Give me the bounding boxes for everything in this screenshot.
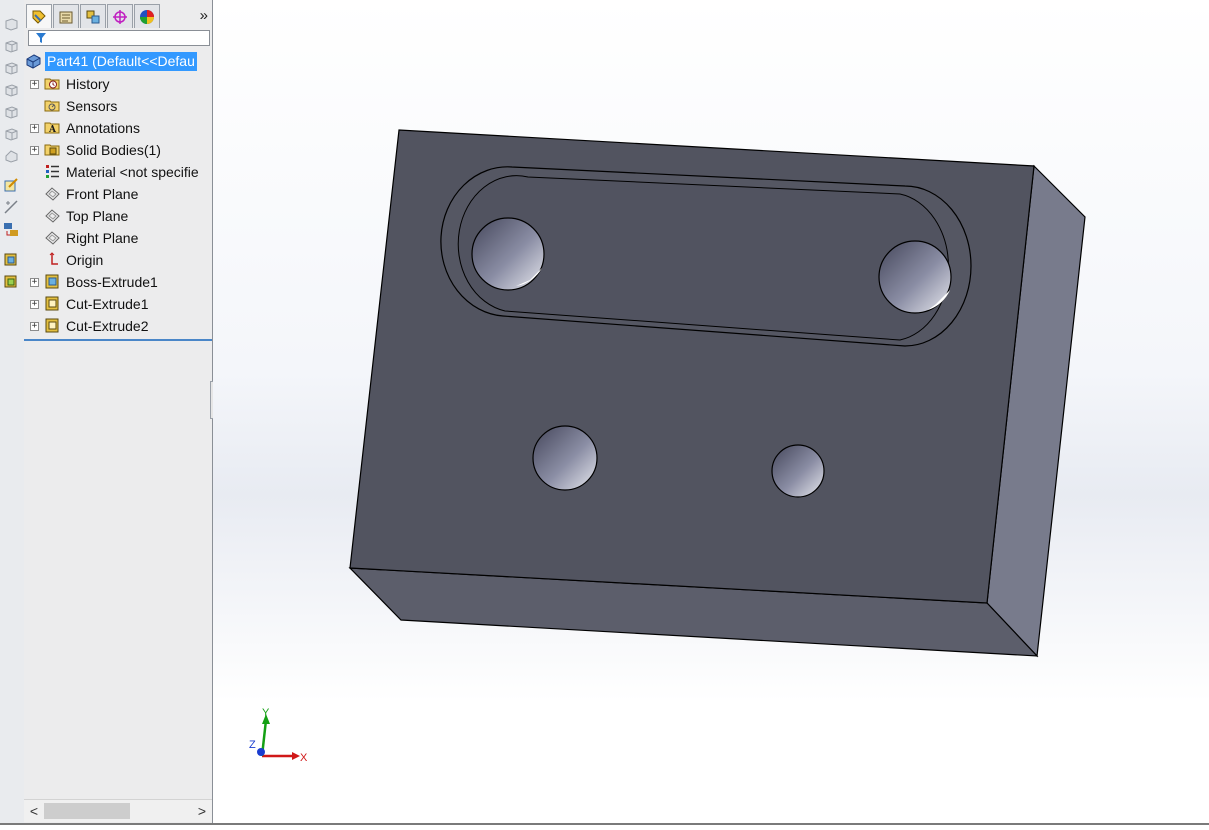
cut-icon[interactable]: [3, 273, 19, 289]
tree-item-label: Cut-Extrude2: [66, 318, 149, 334]
triad-x-label: X: [300, 752, 308, 764]
tree-item-label: Solid Bodies(1): [66, 142, 161, 158]
plane-icon: [45, 187, 60, 201]
view-cube-icon[interactable]: [3, 60, 19, 76]
tree-root-label: Part41 (Default<<Defau: [45, 52, 197, 71]
tree-item-solid-bodies[interactable]: + Solid Bodies(1): [24, 139, 212, 161]
boss-extrude-icon: [45, 274, 59, 289]
tree-item-origin[interactable]: Origin: [24, 249, 212, 271]
history-folder-icon: [44, 78, 60, 90]
display-manager-tab[interactable]: [134, 4, 160, 28]
view-cube-icon[interactable]: [3, 148, 19, 164]
view-cube-icon[interactable]: [3, 16, 19, 32]
origin-icon: [49, 252, 58, 265]
triad-y-label: Y: [262, 707, 270, 719]
tree-item-label: Annotations: [66, 120, 140, 136]
triad-z-label: Z: [249, 739, 256, 751]
view-cube-icon[interactable]: [3, 104, 19, 120]
scroll-right-button[interactable]: >: [194, 802, 210, 820]
sketch-icon[interactable]: [3, 177, 19, 193]
configuration-manager-icon: [86, 10, 100, 23]
x-arrow-head-icon: [292, 752, 300, 760]
dimxpert-icon: [113, 9, 127, 24]
hole-lower-left: [532, 425, 598, 491]
view-cube-icon[interactable]: [3, 126, 19, 142]
view-cube-icon[interactable]: [3, 38, 19, 54]
tree-item-material[interactable]: Material <not specifie: [24, 161, 212, 183]
view-cube-icon[interactable]: [3, 82, 19, 98]
annotations-icon: A: [44, 122, 60, 135]
tree-item-history[interactable]: + History: [24, 73, 212, 95]
feature-manager-tab[interactable]: [26, 4, 52, 28]
scroll-left-button[interactable]: <: [26, 802, 42, 820]
reference-triad: X Y Z: [249, 707, 308, 764]
horizontal-scrollbar[interactable]: < >: [24, 799, 212, 822]
graphics-area[interactable]: X Y Z: [213, 0, 1209, 825]
tree-item-label: Material <not specifie: [66, 164, 199, 180]
tree-item-label: Front Plane: [66, 186, 139, 202]
expand-toggle[interactable]: +: [30, 300, 39, 309]
tree-item-label: History: [66, 76, 110, 92]
scrollbar-thumb[interactable]: [44, 803, 130, 819]
cut-extrude-icon: [45, 296, 59, 311]
part-icon: [26, 54, 41, 69]
tree-item-label: Origin: [66, 252, 104, 268]
tabs-expand-button[interactable]: »: [200, 6, 208, 26]
display-manager-icon: [140, 9, 154, 24]
manager-tabs: »: [24, 4, 212, 28]
tree-item-top-plane[interactable]: Top Plane: [24, 205, 212, 227]
tree-item-label: Sensors: [66, 98, 118, 114]
tree-item-label: Cut-Extrude1: [66, 296, 149, 312]
tree-root-part[interactable]: Part41 (Default<<Defau: [24, 51, 212, 73]
expand-toggle[interactable]: +: [30, 278, 39, 287]
z-axis-marker: [257, 748, 265, 756]
tree-filter-input[interactable]: [28, 30, 210, 46]
tree-item-label: Top Plane: [66, 208, 129, 224]
tree-item-cut-extrude2[interactable]: + Cut-Extrude2: [24, 315, 212, 337]
expand-toggle[interactable]: +: [30, 146, 39, 155]
feature-manager-panel: » Part41 (Default<<Defau + History Senso…: [24, 0, 213, 825]
cut-extrude-icon: [45, 318, 59, 333]
plane-icon: [45, 231, 60, 245]
expand-toggle[interactable]: +: [30, 322, 39, 331]
property-manager-icon: [59, 11, 73, 23]
expand-toggle[interactable]: +: [30, 80, 39, 89]
feature-manager-icon: [32, 10, 46, 24]
material-icon: [46, 165, 59, 178]
model-view: X Y Z: [249, 129, 1086, 764]
tree-item-label: Boss-Extrude1: [66, 274, 158, 290]
part-model[interactable]: [348, 129, 1086, 658]
svg-text:A: A: [48, 125, 57, 135]
expand-toggle[interactable]: +: [30, 124, 39, 133]
tree-item-front-plane[interactable]: Front Plane: [24, 183, 212, 205]
view-toolbar-strip: [0, 0, 25, 825]
dimxpert-manager-tab[interactable]: [107, 4, 133, 28]
feature-tree: Part41 (Default<<Defau + History Sensors…: [24, 51, 212, 341]
extrude-icon[interactable]: [3, 251, 19, 267]
tree-item-right-plane[interactable]: Right Plane: [24, 227, 212, 249]
tree-item-sensors[interactable]: Sensors: [24, 95, 212, 117]
relations-icon[interactable]: [3, 221, 19, 237]
sensors-folder-icon: [44, 100, 60, 112]
solid-bodies-folder-icon: [44, 144, 60, 156]
tree-item-boss-extrude1[interactable]: + Boss-Extrude1: [24, 271, 212, 293]
plane-icon: [45, 209, 60, 223]
property-manager-tab[interactable]: [53, 4, 79, 28]
tree-item-label: Right Plane: [66, 230, 139, 246]
tree-item-cut-extrude1[interactable]: + Cut-Extrude1: [24, 293, 212, 315]
filter-icon: [36, 33, 46, 43]
smart-dimension-icon[interactable]: [3, 199, 19, 215]
slot-hole-left: [471, 217, 545, 291]
configuration-manager-tab[interactable]: [80, 4, 106, 28]
hole-lower-right: [771, 444, 825, 498]
tree-item-annotations[interactable]: + A Annotations: [24, 117, 212, 139]
